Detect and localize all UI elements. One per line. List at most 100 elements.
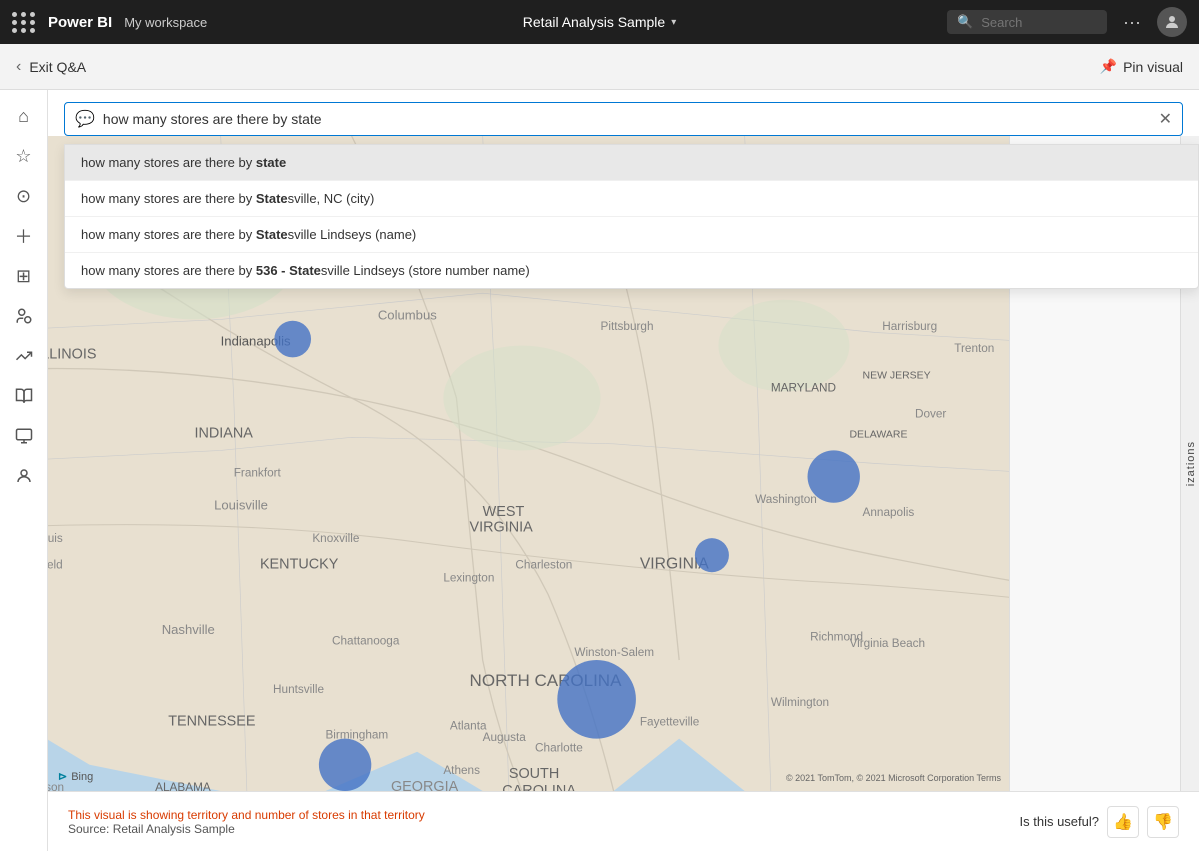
map-copyright: © 2021 TomTom, © 2021 Microsoft Corporat… [786,773,1001,783]
top-bar-right: 🔍 ··· [947,7,1187,37]
sidebar-item-favorites[interactable]: ☆ [6,138,42,174]
sidebar-item-learn[interactable] [6,378,42,414]
autocomplete-item-1[interactable]: how many stores are there by Statesville… [65,181,1198,217]
bottom-bar: This visual is showing territory and num… [48,791,1199,851]
exit-qa-button[interactable]: ‹ Exit Q&A [16,58,86,76]
pin-visual-label: Pin visual [1123,59,1183,75]
chat-icon: 💬 [75,109,95,129]
qa-input-box: 💬 ✕ [64,102,1183,136]
svg-text:Springfield: Springfield [48,558,63,571]
bottom-right: Is this useful? 👍 👎 [1020,806,1180,838]
bing-label: Bing [71,771,93,783]
apps-grid-icon[interactable] [12,12,36,33]
svg-text:Wilmington: Wilmington [771,696,829,709]
autocomplete-dropdown: how many stores are there by state how m… [64,144,1199,289]
ac-bold-0: state [256,155,286,170]
more-options-button[interactable]: ··· [1117,10,1147,35]
svg-text:GEORGIA: GEORGIA [391,779,459,791]
svg-text:VIRGINIA: VIRGINIA [470,520,534,536]
svg-text:Annapolis: Annapolis [863,506,915,519]
pin-icon: 📌 [1100,58,1117,75]
svg-text:INDIANA: INDIANA [194,425,253,441]
autocomplete-item-3[interactable]: how many stores are there by 536 - State… [65,253,1198,288]
svg-text:WEST: WEST [483,504,525,520]
qa-input-area: 💬 ✕ how many stores are there by state h… [48,90,1199,136]
ac-bold-3: 536 - State [256,263,321,278]
svg-text:Augusta: Augusta [483,731,527,744]
qa-clear-button[interactable]: ✕ [1159,109,1172,129]
svg-text:KENTUCKY: KENTUCKY [260,556,339,572]
user-avatar[interactable] [1157,7,1187,37]
sidebar-item-recent[interactable]: ⊙ [6,178,42,214]
app-name: Power BI [48,14,112,31]
search-input[interactable] [981,15,1091,30]
svg-text:Louisville: Louisville [214,497,268,512]
main-layout: ⌂ ☆ ⊙ ＋ ⊞ 💬 ✕ [0,90,1199,851]
sidebar-item-home[interactable]: ⌂ [6,98,42,134]
workspace-name[interactable]: My workspace [124,15,207,30]
bing-watermark: ⊳ Bing [58,770,93,783]
svg-text:SOUTH: SOUTH [509,766,559,782]
svg-text:Birmingham: Birmingham [325,729,388,742]
sidebar-item-metrics[interactable] [6,338,42,374]
bing-icon: ⊳ [58,770,67,783]
useful-text: Is this useful? [1020,814,1100,829]
svg-text:Lexington: Lexington [443,571,494,584]
svg-text:Trenton: Trenton [954,342,994,355]
svg-text:CAROLINA: CAROLINA [502,783,576,791]
svg-text:Washington: Washington [755,493,817,506]
ac-bold-2: State [256,227,288,242]
svg-text:MARYLAND: MARYLAND [771,381,836,394]
svg-text:Dover: Dover [915,408,946,421]
left-sidebar: ⌂ ☆ ⊙ ＋ ⊞ [0,90,48,851]
svg-text:Winston-Salem: Winston-Salem [574,646,654,659]
content-area: 💬 ✕ how many stores are there by state h… [48,90,1199,851]
svg-text:Charleston: Charleston [515,558,572,571]
top-bar-center: Retail Analysis Sample ▾ [523,14,676,30]
thumbs-down-button[interactable]: 👎 [1147,806,1179,838]
viz-tab-label: izations [1185,441,1197,486]
svg-text:ILLINOIS: ILLINOIS [48,347,97,363]
svg-text:Fayetteville: Fayetteville [640,716,700,729]
bottom-info-line1: This visual is showing territory and num… [68,808,425,822]
svg-text:Louis: Louis [48,532,63,545]
back-arrow-icon: ‹ [16,58,21,76]
top-bar-grid: Power BI My workspace Retail Analysis Sa… [12,7,1187,37]
second-bar: ‹ Exit Q&A 📌 Pin visual [0,44,1199,90]
svg-text:Nashville: Nashville [162,622,215,637]
svg-text:Harrisburg: Harrisburg [882,320,937,333]
thumbs-up-button[interactable]: 👍 [1107,806,1139,838]
sidebar-item-account[interactable] [6,458,42,494]
svg-text:Frankfort: Frankfort [234,467,282,480]
sidebar-item-workspaces[interactable] [6,418,42,454]
sidebar-item-create[interactable]: ＋ [6,218,42,254]
ac-bold-1: State [256,191,288,206]
autocomplete-item-2[interactable]: how many stores are there by Statesville… [65,217,1198,253]
report-title: Retail Analysis Sample [523,14,665,30]
search-icon: 🔍 [957,14,973,30]
sidebar-item-apps[interactable]: ⊞ [6,258,42,294]
top-bar: Power BI My workspace Retail Analysis Sa… [0,0,1199,44]
bottom-info-line2: Source: Retail Analysis Sample [68,822,425,836]
pin-visual-button[interactable]: 📌 Pin visual [1100,58,1183,75]
svg-text:Knoxville: Knoxville [312,532,360,545]
svg-text:DELAWARE: DELAWARE [849,429,907,440]
qa-text-input[interactable] [103,111,1151,127]
svg-text:Chattanooga: Chattanooga [332,634,400,647]
sidebar-item-dms[interactable] [6,298,42,334]
autocomplete-item-0[interactable]: how many stores are there by state [65,145,1198,181]
svg-text:Atlanta: Atlanta [450,719,487,732]
search-box[interactable]: 🔍 [947,10,1107,34]
svg-text:TENNESSEE: TENNESSEE [168,714,255,730]
svg-text:Huntsville: Huntsville [273,683,324,696]
svg-text:Columbus: Columbus [378,307,437,322]
svg-text:Athens: Athens [443,764,480,777]
top-bar-left: Power BI My workspace [12,12,207,33]
exit-qa-label: Exit Q&A [29,59,86,75]
svg-text:ALABAMA: ALABAMA [155,781,211,791]
report-chevron-icon[interactable]: ▾ [671,17,676,28]
svg-text:Pittsburgh: Pittsburgh [601,320,654,333]
svg-text:NEW JERSEY: NEW JERSEY [863,370,931,381]
svg-text:Charlotte: Charlotte [535,742,583,755]
svg-text:Virginia Beach: Virginia Beach [849,637,925,650]
